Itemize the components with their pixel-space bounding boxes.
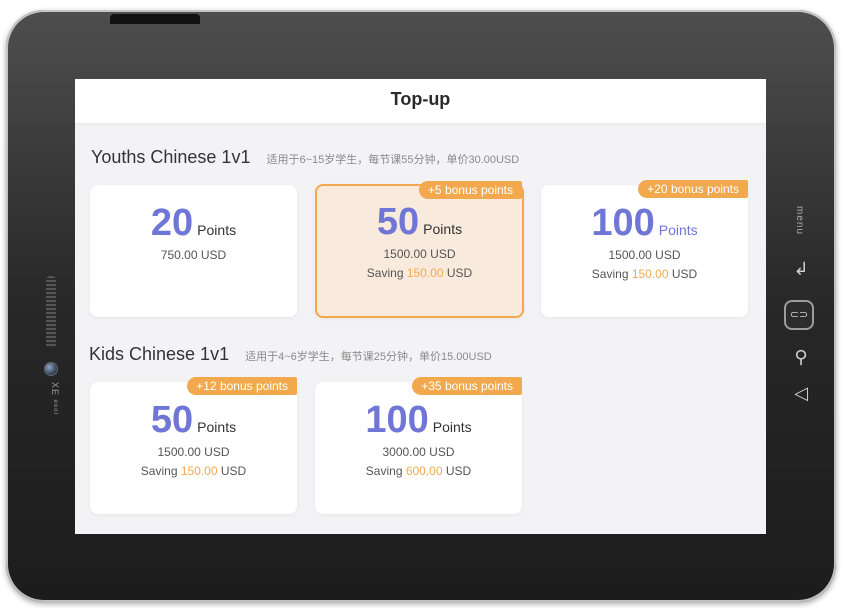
points-value: 20	[150, 202, 194, 244]
speaker-grille	[46, 276, 56, 348]
section-kids-header: Kids Chinese 1v1 适用于4~6岁学生，每节课25分钟，单价15.…	[89, 344, 492, 365]
saving-text: Saving 150.00 USD	[90, 463, 297, 479]
section-description: 适用于6~15岁学生，每节课55分钟，单价30.00USD	[266, 154, 520, 166]
saving-suffix: USD	[217, 464, 247, 478]
points-value: 50	[376, 201, 420, 243]
back-arrow-icon[interactable]: ↲	[789, 260, 813, 278]
section-description: 适用于4~6岁学生，每节课25分钟，单价15.00USD	[245, 351, 492, 363]
price-text: 1500.00 USD	[383, 247, 456, 261]
bonus-badge: +35 bonus points	[412, 377, 522, 395]
points-card-kids-50[interactable]: +12 bonus points 50 Points 1500.00 USD Sa…	[90, 377, 297, 514]
saving-suffix: USD	[442, 464, 472, 478]
saving-suffix: USD	[443, 266, 473, 280]
section-youths-header: Youths Chinese 1v1 适用于6~15岁学生，每节课55分钟，单价…	[91, 147, 519, 168]
brand-logo: ХЕ ᵉᵒᵒˡ	[50, 382, 60, 416]
saving-amount: 600.00	[405, 464, 443, 478]
return-icon[interactable]: ◁	[789, 384, 813, 402]
search-icon[interactable]: ⚲	[789, 348, 813, 366]
bonus-badge: +20 bonus points	[638, 180, 748, 198]
saving-amount: 150.00	[180, 464, 218, 478]
points-card-youths-50[interactable]: +5 bonus points 50 Points 1500.00 USD Sav…	[315, 181, 524, 318]
points-card-youths-20[interactable]: 20 Points 750.00 USD	[90, 185, 297, 317]
home-button-icon[interactable]: ⊂⊃	[784, 300, 814, 330]
saving-prefix: Saving	[365, 464, 406, 478]
points-value: 100	[365, 399, 429, 441]
points-label: Points	[658, 222, 698, 238]
points-label: Points	[432, 419, 472, 435]
page-title: Top-up	[75, 79, 766, 123]
points-label: Points	[423, 221, 463, 237]
camera-icon	[44, 362, 58, 376]
saving-text: Saving 150.00 USD	[541, 266, 748, 282]
points-value: 50	[150, 399, 194, 441]
points-card-kids-100[interactable]: +35 bonus points 100 Points 3000.00 USD S…	[315, 377, 522, 514]
section-title: Kids Chinese 1v1	[89, 344, 230, 364]
menu-label[interactable]: menu	[794, 206, 805, 235]
price-text: 1500.00 USD	[608, 248, 681, 262]
price-text: 750.00 USD	[160, 248, 227, 262]
saving-prefix: Saving	[591, 267, 632, 281]
power-button[interactable]	[110, 14, 200, 24]
saving-text: Saving 600.00 USD	[315, 463, 522, 479]
saving-text: Saving 150.00 USD	[317, 265, 522, 281]
price-text: 3000.00 USD	[382, 445, 455, 459]
price-text: 1500.00 USD	[157, 445, 230, 459]
bonus-badge: +5 bonus points	[418, 181, 522, 199]
points-label: Points	[197, 419, 237, 435]
saving-prefix: Saving	[366, 266, 407, 280]
points-value: 100	[591, 202, 655, 244]
saving-suffix: USD	[668, 267, 698, 281]
section-title: Youths Chinese 1v1	[91, 147, 251, 167]
saving-amount: 150.00	[406, 266, 444, 280]
points-card-youths-100[interactable]: +20 bonus points 100 Points 1500.00 USD S…	[541, 180, 748, 317]
saving-amount: 150.00	[631, 267, 669, 281]
bonus-badge: +12 bonus points	[187, 377, 297, 395]
points-label: Points	[197, 222, 237, 238]
app-screen: Top-up Youths Chinese 1v1 适用于6~15岁学生，每节课…	[75, 79, 766, 534]
saving-prefix: Saving	[140, 464, 181, 478]
